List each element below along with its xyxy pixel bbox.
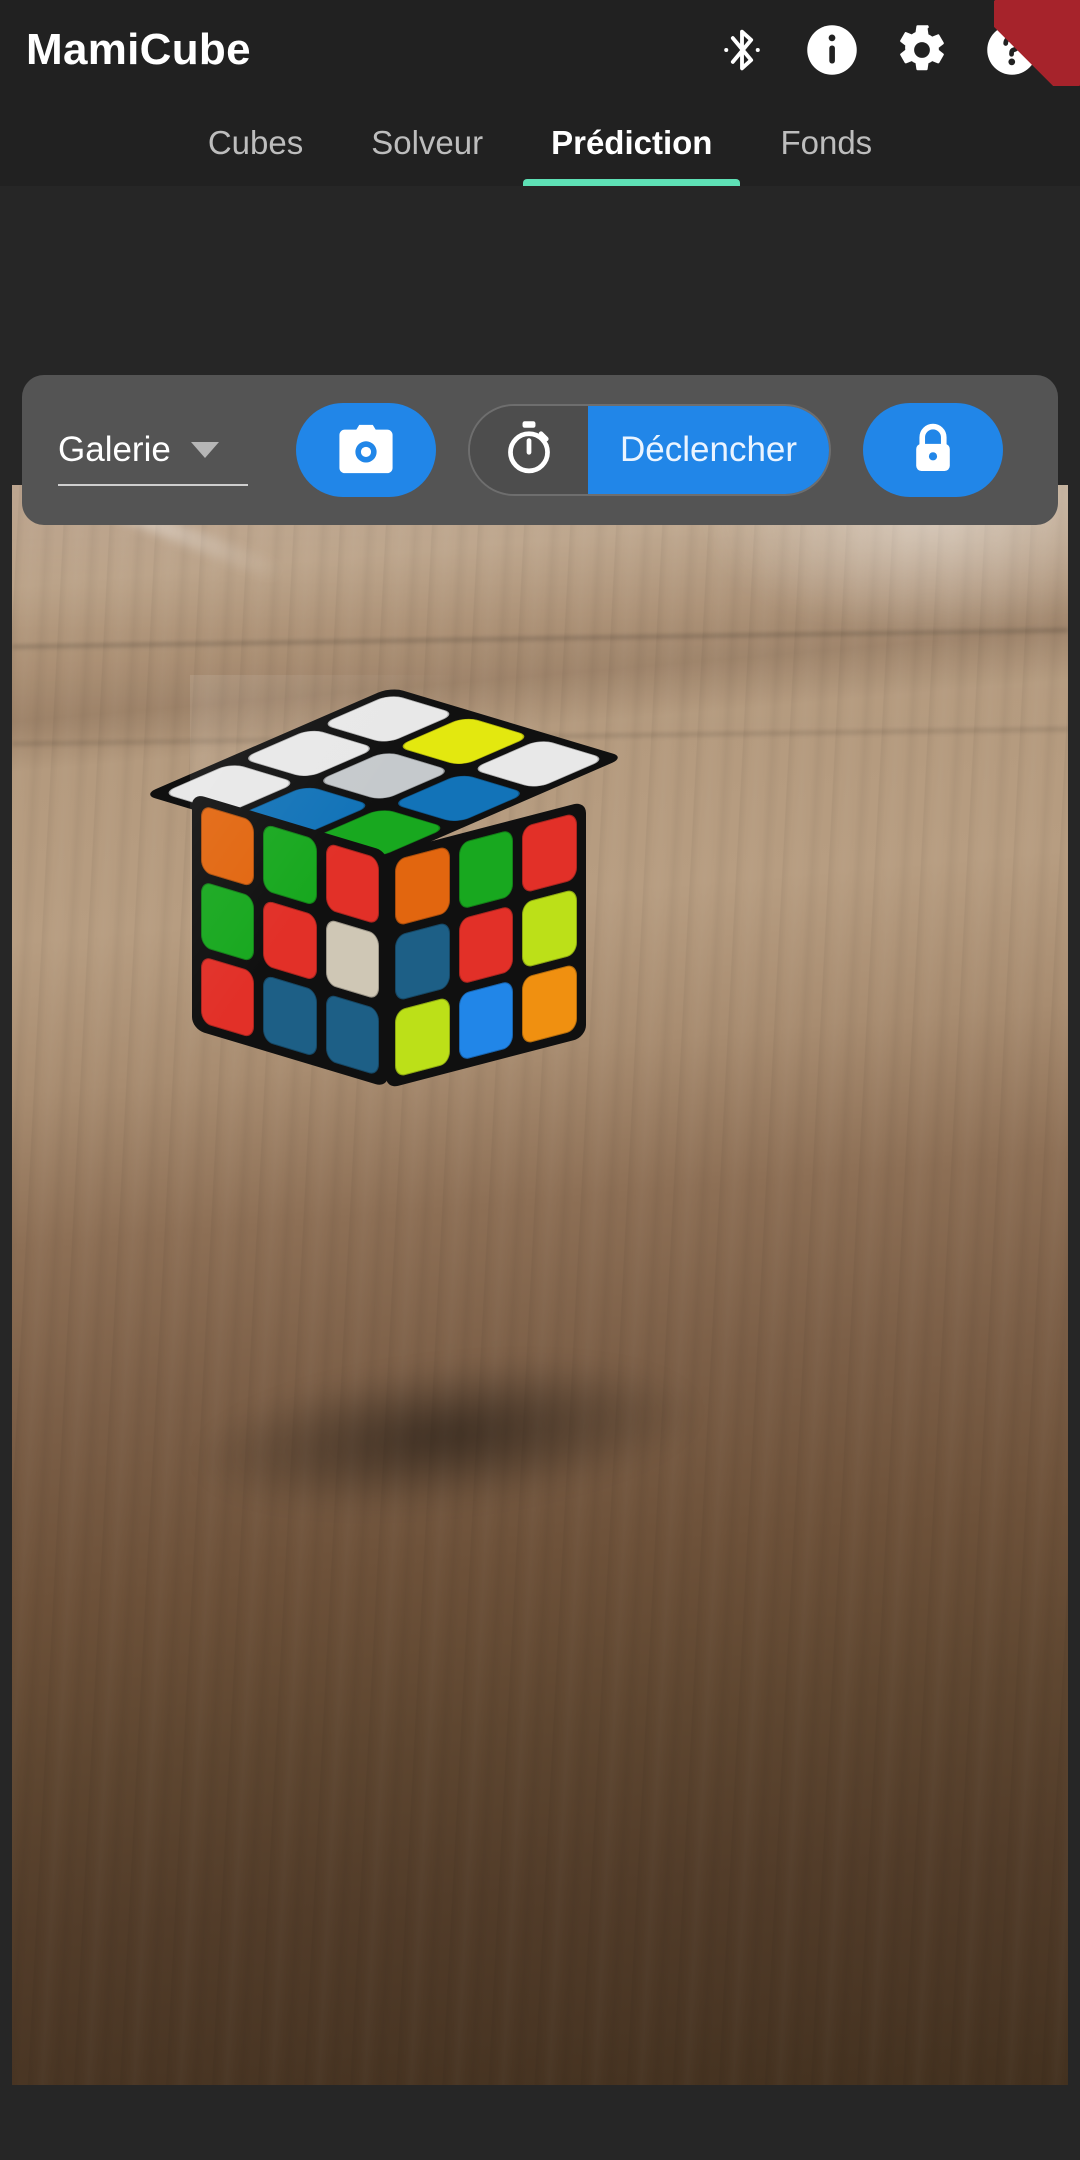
- tab-cubes[interactable]: Cubes: [174, 100, 337, 186]
- cube-face-right: [386, 801, 586, 1089]
- trigger-control-group: Déclencher: [468, 404, 832, 496]
- app-bar-actions: [714, 22, 1054, 78]
- tab-fonds[interactable]: Fonds: [746, 100, 906, 186]
- lock-button[interactable]: [863, 403, 1004, 497]
- tab-indicator: [523, 179, 741, 186]
- sticker: [263, 899, 317, 982]
- chevron-down-icon: [190, 442, 219, 458]
- sticker: [522, 887, 577, 969]
- sticker: [263, 823, 317, 907]
- camera-icon: [337, 424, 395, 477]
- app-screen: MamiCube Cubes Solveur Prédiction Fonds …: [0, 0, 1080, 2160]
- sticker: [395, 921, 450, 1002]
- sticker: [325, 993, 379, 1077]
- sticker: [522, 812, 577, 894]
- image-source-value: Galerie: [58, 430, 171, 469]
- sticker: [458, 904, 514, 986]
- rubiks-cube: [142, 675, 625, 1095]
- sticker: [263, 974, 317, 1058]
- sticker: [201, 956, 255, 1039]
- tab-prediction[interactable]: Prédiction: [517, 100, 746, 186]
- bluetooth-icon[interactable]: [714, 22, 770, 78]
- image-preview[interactable]: [12, 485, 1068, 2085]
- app-bar: MamiCube: [0, 0, 1080, 100]
- photo-background: [12, 485, 1068, 2085]
- timer-toggle[interactable]: [470, 406, 588, 494]
- sticker: [458, 980, 514, 1062]
- tab-label: Fonds: [780, 124, 873, 161]
- lock-closed-icon: [908, 421, 958, 480]
- sticker: [458, 828, 514, 910]
- camera-button[interactable]: [296, 403, 436, 497]
- info-icon[interactable]: [804, 22, 860, 78]
- stopwatch-icon: [502, 420, 556, 481]
- trigger-button[interactable]: Déclencher: [588, 406, 830, 494]
- image-source-select[interactable]: Galerie: [58, 402, 258, 498]
- capture-control-panel: Galerie Déclencher: [22, 375, 1058, 525]
- app-title: MamiCube: [26, 25, 251, 74]
- tab-solveur[interactable]: Solveur: [337, 100, 517, 186]
- sticker: [201, 880, 255, 964]
- tab-label: Solveur: [371, 124, 484, 161]
- trigger-button-label: Déclencher: [620, 430, 798, 469]
- sticker: [201, 804, 255, 888]
- sticker: [522, 963, 577, 1045]
- sticker: [395, 845, 450, 927]
- sticker: [325, 917, 379, 1001]
- tab-bar: Cubes Solveur Prédiction Fonds: [0, 100, 1080, 186]
- tab-label: Cubes: [207, 124, 304, 161]
- sticker: [325, 842, 379, 925]
- tab-label: Prédiction: [551, 124, 713, 161]
- select-underline: [58, 484, 248, 486]
- settings-gear-icon[interactable]: [894, 22, 950, 78]
- sticker: [395, 996, 450, 1078]
- help-icon[interactable]: [984, 22, 1040, 78]
